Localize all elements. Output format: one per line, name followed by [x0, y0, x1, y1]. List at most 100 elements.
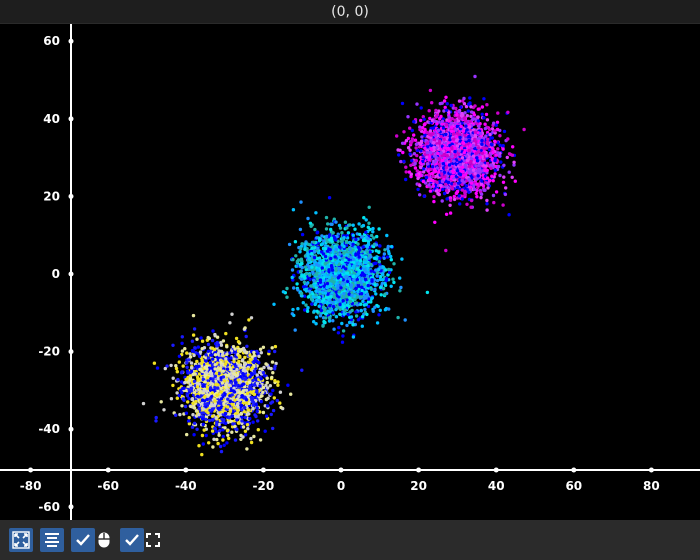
scatter-point	[210, 414, 215, 418]
scatter-point	[209, 372, 214, 376]
scatter-point	[291, 307, 295, 312]
scatter-point	[225, 441, 229, 445]
scatter-point	[346, 231, 351, 235]
scatter-point	[213, 367, 217, 371]
scatter-point	[266, 396, 270, 400]
scatter-point	[317, 304, 321, 308]
scatter-point	[285, 295, 289, 299]
scatter-point	[241, 435, 245, 439]
scatter-point	[325, 275, 329, 279]
scatter-point	[369, 287, 374, 291]
scatter-point	[332, 236, 337, 240]
scatter-point	[259, 351, 263, 355]
scatter-point	[248, 353, 252, 357]
scatter-point	[292, 313, 296, 318]
scatter-point	[290, 268, 295, 272]
scatter-point	[225, 367, 230, 371]
scatter-point	[290, 275, 294, 280]
scatter-point	[211, 377, 215, 381]
scatter-point	[374, 268, 378, 272]
scatter-point	[250, 398, 254, 402]
scatter-point	[243, 415, 247, 420]
scatter-point	[197, 444, 201, 448]
scatter-point	[300, 232, 305, 237]
scatter-point	[389, 254, 393, 259]
scatter-point	[337, 256, 341, 260]
scatter-point	[219, 349, 224, 354]
scatter-point	[260, 394, 264, 398]
scatter-point	[349, 255, 353, 259]
scatter-point	[373, 305, 377, 309]
scatter-point	[279, 405, 283, 410]
scatter-point	[224, 331, 228, 336]
scatter-point	[348, 299, 353, 304]
scatter-point	[200, 358, 204, 362]
scatter-point	[219, 340, 223, 345]
scatter-point	[296, 307, 300, 311]
scatter-point	[162, 408, 166, 412]
scatter-point	[323, 300, 328, 304]
scatter-point	[196, 345, 200, 349]
scatter-point	[183, 404, 188, 409]
scatter-point	[184, 411, 189, 415]
scatter-point	[345, 303, 350, 307]
scatter-point	[389, 258, 393, 262]
scatter-point	[243, 377, 248, 381]
scatter-point	[314, 289, 318, 293]
scatter-point	[175, 391, 179, 395]
scatter-point	[211, 357, 215, 361]
scatter-point	[207, 418, 212, 423]
scatter-point	[213, 399, 217, 403]
scatter-point	[247, 412, 251, 416]
scatter-point	[310, 265, 314, 269]
scatter-point	[308, 221, 313, 225]
scatter-chart[interactable]: -80 -60 -40 -20 0 20 40 60 80-60-40-200204060	[0, 24, 700, 520]
scatter-point	[400, 101, 405, 106]
scatter-point	[219, 397, 224, 401]
scatter-point	[293, 328, 297, 332]
scatter-point	[308, 277, 312, 282]
scatter-point	[152, 361, 157, 365]
scatter-point	[331, 304, 336, 309]
scatter-point	[261, 410, 266, 415]
scatter-point	[276, 380, 280, 384]
scatter-point	[316, 251, 321, 255]
scatter-point	[342, 291, 346, 296]
scatter-point	[240, 408, 244, 412]
scatter-point	[306, 242, 311, 247]
scatter-point	[351, 335, 356, 339]
scatter-point	[349, 285, 353, 289]
scatter-point	[221, 438, 225, 442]
scatter-point	[240, 403, 244, 408]
scatter-point	[342, 286, 346, 290]
scatter-point	[311, 295, 315, 299]
scatter-point	[187, 358, 191, 362]
scatter-point	[387, 251, 391, 256]
scatter-point	[373, 283, 377, 287]
scatter-point	[195, 359, 199, 364]
scatter-point	[343, 308, 348, 312]
scatter-point	[182, 398, 186, 402]
scatter-point	[180, 404, 184, 408]
scatter-point	[331, 311, 335, 315]
scatter-point	[264, 362, 268, 366]
scatter-point	[404, 170, 408, 174]
scatter-point	[197, 407, 201, 411]
scatter-point	[309, 284, 314, 288]
scatter-point	[210, 429, 215, 433]
scatter-point	[314, 211, 318, 215]
scatter-point	[369, 262, 373, 267]
scatter-point	[221, 369, 225, 373]
scatter-point	[320, 234, 324, 238]
scatter-point	[316, 246, 320, 251]
scatter-point	[270, 360, 275, 364]
scatter-point	[306, 254, 310, 258]
scatter-point	[314, 293, 318, 297]
scatter-plot-area[interactable]: -80 -60 -40 -20 0 20 40 60 80 -60 -40 -20 0 20 40 60	[0, 24, 700, 520]
scatter-point	[197, 364, 201, 368]
scatter-point	[314, 322, 318, 326]
scatter-point	[266, 386, 270, 390]
scatter-point	[222, 401, 226, 406]
scatter-point	[214, 382, 218, 387]
scatter-point	[353, 245, 357, 249]
